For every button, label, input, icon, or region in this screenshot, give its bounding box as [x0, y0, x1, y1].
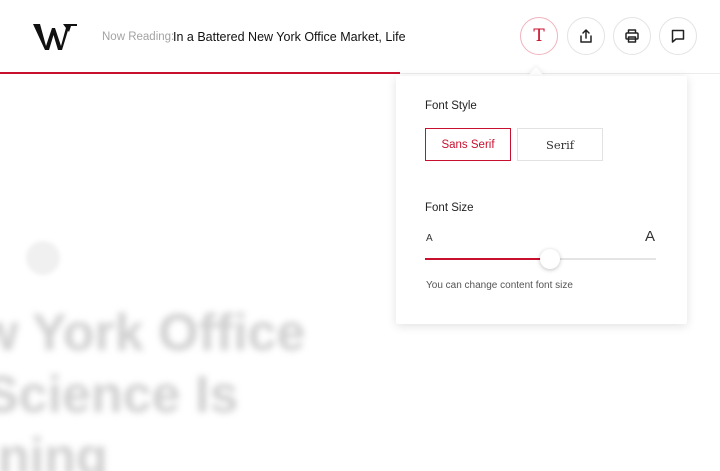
headline-line-2: Science Is — [0, 366, 239, 424]
share-button[interactable] — [567, 17, 605, 55]
current-article-title[interactable]: In a Battered New York Office Market, Li… — [173, 30, 406, 44]
font-size-slider[interactable] — [425, 249, 656, 269]
comment-icon — [671, 29, 685, 43]
font-style-label: Font Style — [425, 100, 477, 112]
print-button[interactable] — [613, 17, 651, 55]
font-size-label: Font Size — [425, 202, 474, 214]
brand-logo[interactable] — [33, 22, 77, 52]
reading-progress-bar — [0, 72, 400, 74]
font-icon: T — [533, 25, 545, 46]
now-reading-label: Now Reading: — [102, 31, 175, 43]
font-settings-button[interactable]: T — [520, 17, 558, 55]
serif-option[interactable]: Serif — [517, 128, 603, 161]
share-icon — [580, 29, 592, 43]
font-size-hint: You can change content font size — [426, 280, 573, 291]
font-size-small-label: A — [426, 233, 433, 244]
slider-thumb[interactable] — [539, 249, 560, 269]
slider-fill — [425, 258, 550, 260]
print-icon — [625, 29, 639, 43]
headline-line-1: w York Office — [0, 304, 306, 362]
comment-button[interactable] — [659, 17, 697, 55]
author-avatar — [26, 241, 60, 275]
headline-line-3: ning — [0, 428, 108, 471]
top-header: Now Reading: In a Battered New York Offi… — [0, 0, 720, 74]
sans-serif-option[interactable]: Sans Serif — [425, 128, 511, 161]
font-settings-popover: Font Style Sans Serif Serif Font Size A … — [396, 76, 687, 324]
font-size-large-label: A — [645, 228, 656, 245]
